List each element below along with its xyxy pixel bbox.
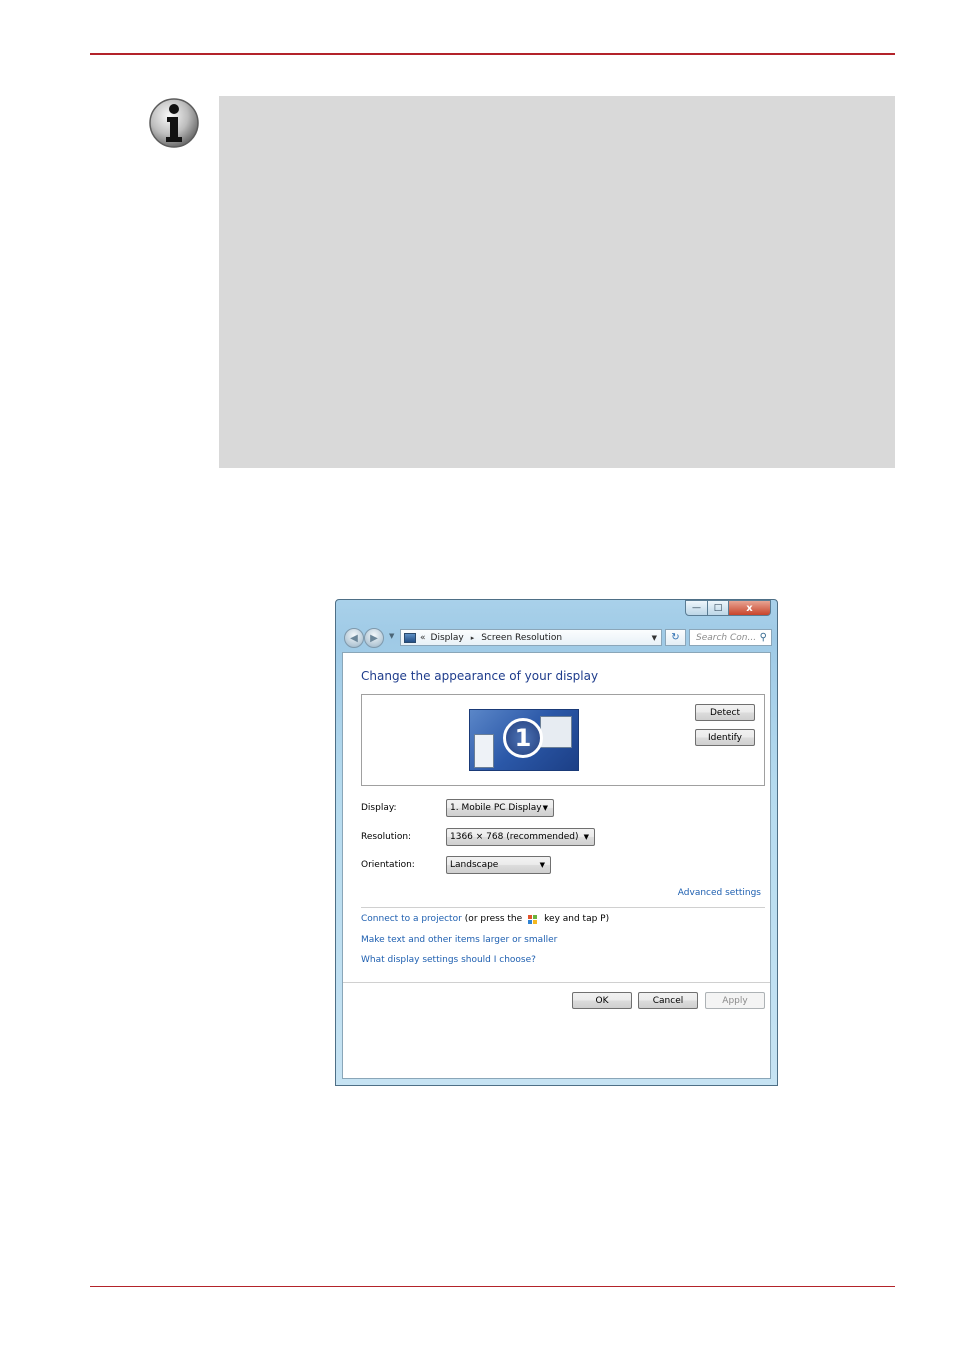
address-bar[interactable]: « Display ▸ Screen Resolution ▼ — [400, 629, 662, 646]
recent-pages-dropdown[interactable]: ▼ — [389, 632, 394, 640]
chevron-down-icon: ▼ — [542, 804, 548, 812]
breadcrumb-separator-icon[interactable]: ▸ — [471, 634, 475, 642]
breadcrumb-display[interactable]: Display — [431, 633, 464, 643]
search-icon[interactable]: ⚲ — [760, 632, 767, 643]
refresh-button[interactable]: ↻ — [665, 629, 686, 646]
monitor-arrangement-panel: 1 Detect Identify — [361, 694, 765, 786]
projector-hint-text: (or press the — [464, 914, 523, 924]
footer-divider — [343, 982, 770, 983]
display-control-panel-icon — [404, 632, 416, 643]
note-box — [219, 96, 895, 468]
address-dropdown-icon[interactable]: ▼ — [652, 634, 657, 642]
identify-button[interactable]: Identify — [695, 729, 755, 746]
content-pane: Change the appearance of your display 1 … — [342, 652, 771, 1079]
monitor-number-badge: 1 — [503, 718, 543, 758]
header-rule — [90, 53, 895, 55]
monitor-1-thumbnail[interactable]: 1 — [469, 709, 579, 771]
projector-hint-text-2: key and tap P) — [544, 914, 610, 924]
search-input[interactable]: Search Con... ⚲ — [689, 629, 772, 646]
orientation-select[interactable]: Landscape ▼ — [446, 856, 551, 874]
chevron-down-icon: ▼ — [539, 861, 545, 869]
monitor-preview-window-icon — [474, 734, 494, 768]
display-label: Display: — [361, 803, 397, 813]
breadcrumb-overflow[interactable]: « — [420, 633, 426, 643]
caption-buttons: — □ x — [685, 600, 771, 616]
breadcrumb-screen-resolution[interactable]: Screen Resolution — [481, 633, 562, 643]
footer-rule — [90, 1286, 895, 1287]
search-placeholder: Search Con... — [696, 632, 757, 643]
forward-arrow-icon: ▶ — [370, 632, 378, 644]
display-help-link[interactable]: What display settings should I choose? — [361, 955, 536, 965]
resolution-label: Resolution: — [361, 832, 412, 842]
maximize-button[interactable]: □ — [708, 600, 729, 616]
forward-button[interactable]: ▶ — [364, 628, 384, 648]
orientation-select-value: Landscape — [450, 860, 499, 870]
page-title: Change the appearance of your display — [361, 669, 599, 683]
minimize-button[interactable]: — — [685, 600, 708, 616]
divider — [361, 907, 765, 908]
detect-button[interactable]: Detect — [695, 704, 755, 721]
info-icon — [149, 98, 199, 148]
cancel-button[interactable]: Cancel — [638, 992, 698, 1009]
back-arrow-icon: ◀ — [350, 632, 358, 644]
refresh-icon: ↻ — [671, 632, 680, 643]
apply-button: Apply — [705, 992, 765, 1009]
text-size-link[interactable]: Make text and other items larger or smal… — [361, 935, 557, 945]
advanced-settings-link[interactable]: Advanced settings — [678, 888, 761, 898]
resolution-select[interactable]: 1366 × 768 (recommended) ▼ — [446, 828, 595, 846]
display-select-value: 1. Mobile PC Display — [450, 803, 542, 813]
navigation-bar: ◀ ▶ ▼ « Display ▸ Screen Resolution ▼ ↻ … — [342, 628, 772, 648]
connect-projector-link[interactable]: Connect to a projector — [361, 914, 462, 924]
screen-resolution-window: — □ x ◀ ▶ ▼ « Display ▸ Screen Resolutio… — [335, 599, 778, 1086]
back-button[interactable]: ◀ — [344, 628, 364, 648]
projector-row: Connect to a projector (or press the key… — [361, 914, 609, 924]
chevron-down-icon: ▼ — [583, 833, 589, 841]
display-select[interactable]: 1. Mobile PC Display ▼ — [446, 799, 554, 817]
orientation-label: Orientation: — [361, 860, 415, 870]
close-button[interactable]: x — [729, 600, 771, 616]
resolution-select-value: 1366 × 768 (recommended) — [450, 832, 579, 842]
windows-logo-icon — [528, 914, 538, 924]
ok-button[interactable]: OK — [572, 992, 632, 1009]
monitor-preview-window-icon — [540, 716, 572, 748]
